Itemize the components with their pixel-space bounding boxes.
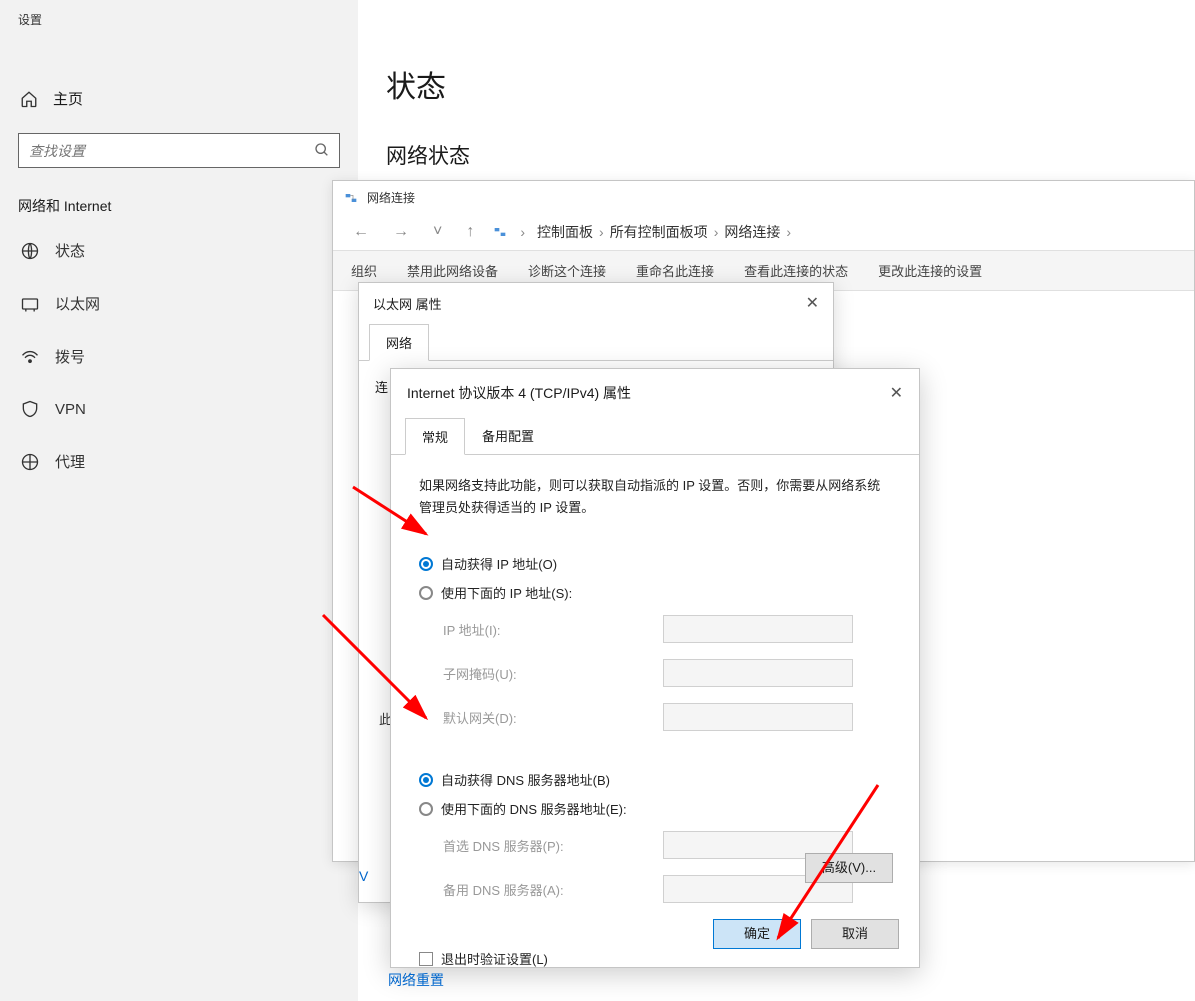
search-wrap	[18, 133, 340, 168]
field-gateway: 默认网关(D):	[419, 695, 891, 739]
tab-alternate[interactable]: 备用配置	[465, 417, 551, 454]
network-icon	[492, 224, 508, 240]
sidebar-item-home[interactable]: 主页	[0, 74, 358, 123]
radio-manual-dns[interactable]: 使用下面的 DNS 服务器地址(E):	[419, 794, 891, 823]
field-mask: 子网掩码(U):	[419, 651, 891, 695]
sidebar-item-label: 代理	[55, 451, 85, 472]
sidebar-category: 网络和 Internet	[0, 178, 358, 224]
breadcrumb-sep: ›	[599, 224, 604, 240]
app-title: 设置	[0, 0, 358, 39]
home-label: 主页	[53, 88, 83, 109]
home-icon	[20, 90, 38, 108]
field-label: 子网掩码(U):	[443, 664, 663, 683]
radio-label: 自动获得 IP 地址(O)	[441, 554, 557, 573]
breadcrumb-sep: ›	[714, 224, 719, 240]
radio-label: 自动获得 DNS 服务器地址(B)	[441, 770, 610, 789]
sidebar-item-label: 以太网	[55, 293, 100, 314]
toolbar-item[interactable]: 重命名此连接	[636, 261, 714, 280]
search-input[interactable]	[18, 133, 340, 168]
toolbar-item[interactable]: 更改此连接的设置	[878, 261, 982, 280]
close-icon[interactable]: ✕	[806, 293, 819, 313]
ipv4-properties-dialog: Internet 协议版本 4 (TCP/IPv4) 属性 ✕ 常规 备用配置 …	[390, 368, 920, 968]
ipv4-description: 如果网络支持此功能，则可以获取自动指派的 IP 设置。否则，你需要从网络系统管理…	[419, 475, 891, 519]
checkbox-icon	[419, 952, 433, 966]
radio-icon	[419, 802, 433, 816]
tab-network[interactable]: 网络	[369, 324, 429, 361]
toolbar-item[interactable]: 诊断这个连接	[528, 261, 606, 280]
radio-auto-dns[interactable]: 自动获得 DNS 服务器地址(B)	[419, 765, 891, 794]
toolbar-item[interactable]: 禁用此网络设备	[407, 261, 498, 280]
eth-title-text: 以太网 属性	[373, 294, 442, 313]
section-title: 网络状态	[358, 106, 1195, 170]
checkbox-label: 退出时验证设置(L)	[441, 949, 548, 968]
status-icon	[20, 241, 40, 261]
sidebar-item-label: 拨号	[55, 346, 85, 367]
nav-back-icon[interactable]: ←	[347, 223, 375, 241]
field-label: IP 地址(I):	[443, 620, 663, 639]
radio-label: 使用下面的 IP 地址(S):	[441, 583, 572, 602]
radio-icon	[419, 773, 433, 787]
field-label: 首选 DNS 服务器(P):	[443, 836, 663, 855]
advanced-button[interactable]: 高级(V)...	[805, 853, 893, 883]
breadcrumb-sep: ›	[520, 224, 525, 240]
nav-up-icon[interactable]: ↑	[460, 223, 480, 241]
cancel-button[interactable]: 取消	[811, 919, 899, 949]
sidebar-item-label: 状态	[55, 240, 85, 261]
ipv4-title-text: Internet 协议版本 4 (TCP/IPv4) 属性	[407, 383, 631, 403]
radio-label: 使用下面的 DNS 服务器地址(E):	[441, 799, 627, 818]
field-label: 默认网关(D):	[443, 708, 663, 727]
radio-auto-ip[interactable]: 自动获得 IP 地址(O)	[419, 549, 891, 578]
breadcrumb-item[interactable]: 网络连接	[724, 222, 780, 242]
breadcrumb-sep: ›	[786, 224, 791, 240]
ok-button[interactable]: 确定	[713, 919, 801, 949]
ipv4-titlebar[interactable]: Internet 协议版本 4 (TCP/IPv4) 属性 ✕	[391, 369, 919, 417]
settings-sidebar: 设置 主页 网络和 Internet 状态 以太网 拨号 VPN 代理	[0, 0, 358, 1001]
breadcrumb-item[interactable]: 所有控制面板项	[610, 222, 708, 242]
proxy-icon	[20, 452, 40, 472]
page-title: 状态	[358, 0, 1195, 106]
search-icon	[314, 142, 330, 158]
eth-tabs: 网络	[359, 323, 833, 360]
network-icon	[343, 190, 359, 206]
nc-nav: ← → ˅ ↑ › 控制面板 › 所有控制面板项 › 网络连接 ›	[333, 214, 1194, 250]
eth-titlebar[interactable]: 以太网 属性 ✕	[359, 283, 833, 323]
ip-input	[663, 615, 853, 643]
vpn-icon	[20, 399, 40, 419]
partial-link[interactable]: V	[359, 868, 368, 884]
dialog-buttons: 确定 取消	[713, 919, 899, 949]
field-label: 备用 DNS 服务器(A):	[443, 880, 663, 899]
ip-group: 自动获得 IP 地址(O) 使用下面的 IP 地址(S): IP 地址(I): …	[419, 549, 891, 739]
dns-group: 自动获得 DNS 服务器地址(B) 使用下面的 DNS 服务器地址(E): 首选…	[419, 765, 891, 911]
sidebar-item-status[interactable]: 状态	[0, 224, 358, 277]
radio-icon	[419, 557, 433, 571]
radio-icon	[419, 586, 433, 600]
ipv4-body: 如果网络支持此功能，则可以获取自动指派的 IP 设置。否则，你需要从网络系统管理…	[391, 454, 919, 988]
nc-titlebar[interactable]: 网络连接	[333, 181, 1194, 214]
nav-dropdown-icon[interactable]: ˅	[427, 223, 448, 241]
breadcrumb-item[interactable]: 控制面板	[537, 222, 593, 242]
dialup-icon	[20, 347, 40, 367]
ipv4-tabs: 常规 备用配置	[391, 417, 919, 454]
mask-input	[663, 659, 853, 687]
nav-forward-icon[interactable]: →	[387, 223, 415, 241]
sidebar-item-dialup[interactable]: 拨号	[0, 330, 358, 383]
ethernet-icon	[20, 294, 40, 314]
sidebar-item-proxy[interactable]: 代理	[0, 435, 358, 488]
nc-title-text: 网络连接	[367, 189, 415, 206]
sidebar-item-ethernet[interactable]: 以太网	[0, 277, 358, 330]
field-ip: IP 地址(I):	[419, 607, 891, 651]
sidebar-item-vpn[interactable]: VPN	[0, 383, 358, 435]
toolbar-item[interactable]: 查看此连接的状态	[744, 261, 848, 280]
network-reset-link[interactable]: 网络重置	[388, 970, 444, 990]
radio-manual-ip[interactable]: 使用下面的 IP 地址(S):	[419, 578, 891, 607]
gateway-input	[663, 703, 853, 731]
sidebar-item-label: VPN	[55, 401, 86, 418]
tab-general[interactable]: 常规	[405, 418, 465, 455]
close-icon[interactable]: ✕	[890, 383, 903, 403]
toolbar-item[interactable]: 组织	[351, 261, 377, 280]
breadcrumb: 控制面板 › 所有控制面板项 › 网络连接 ›	[537, 222, 791, 242]
